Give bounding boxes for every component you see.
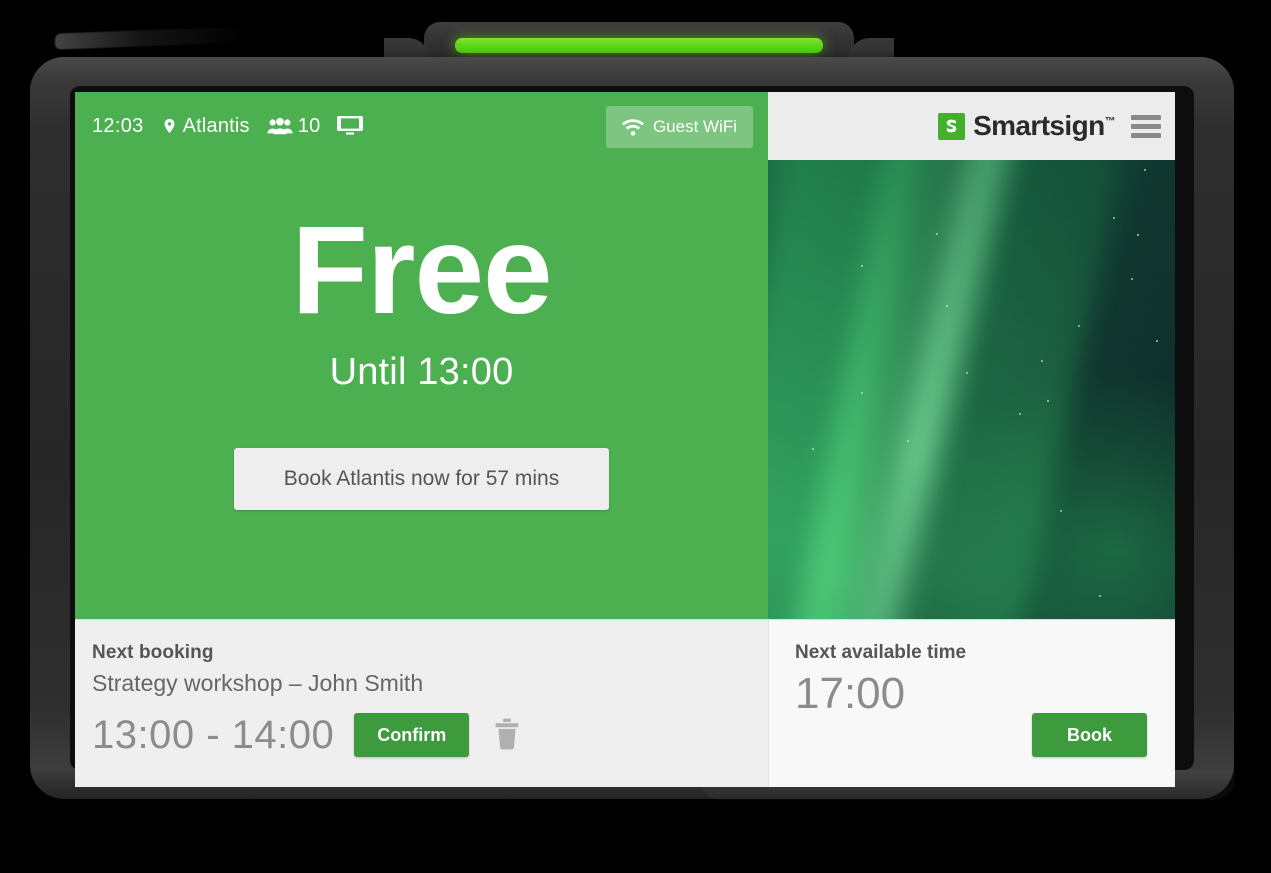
next-booking-time: 13:00 - 14:00 [92,713,335,757]
clock: 12:03 [92,115,144,137]
branding-and-artwork-pane: Smartsign™ Next available time 17:00 Boo… [768,92,1175,787]
confirm-button[interactable]: Confirm [354,713,470,757]
room-availability-hero: Free Until 13:00 Book Atlantis now for 5… [75,160,768,619]
room-indicator: Atlantis [161,115,250,137]
availability-until: Until 13:00 [329,350,514,393]
next-available-label: Next available time [795,642,967,663]
trademark-symbol: ™ [1104,115,1116,128]
screenshot-stage: 12:03 Atlantis 10 Guest WiFi Free Until … [0,0,1271,873]
hamburger-line [1131,123,1161,129]
delete-booking-button[interactable] [489,714,525,757]
next-booking-actions: 13:00 - 14:00 Confirm [92,713,768,757]
capacity-count: 10 [297,115,321,137]
guest-wifi-button[interactable]: Guest WiFi [605,106,753,148]
tablet-screen: 12:03 Atlantis 10 Guest WiFi Free Until … [75,92,1175,787]
book-button[interactable]: Book [1032,713,1147,757]
smartsign-mark-icon [938,112,966,140]
status-bar-items: 12:03 Atlantis 10 [92,115,364,138]
hamburger-line [1131,114,1161,120]
brand-bar: Smartsign™ [768,92,1175,160]
aurora-borealis-image [768,160,1175,619]
next-booking-panel: Next booking Strategy workshop – John Sm… [75,619,768,787]
room-name: Atlantis [182,115,250,137]
next-available-time: 17:00 [795,669,906,718]
status-led-bar [455,38,823,53]
people-group-icon [267,116,293,136]
room-status-pane: 12:03 Atlantis 10 Guest WiFi Free Until … [75,92,768,787]
next-booking-label: Next booking [92,642,214,663]
monitor-icon [337,115,364,138]
smartsign-wordmark: Smartsign™ [973,110,1116,142]
trash-icon [493,718,521,753]
guest-wifi-label: Guest WiFi [652,117,737,136]
book-now-button[interactable]: Book Atlantis now for 57 mins [234,447,609,510]
availability-status: Free [291,201,552,340]
status-bar: 12:03 Atlantis 10 Guest WiFi [75,92,768,160]
brand-name-text: Smartsign [973,110,1105,141]
next-booking-title: Strategy workshop – John Smith [92,670,424,696]
star-field [768,160,1175,619]
hamburger-line [1131,132,1161,138]
bezel-glare-reflection [55,26,245,50]
map-pin-icon [161,115,178,137]
wifi-icon [621,118,644,136]
hamburger-menu-icon[interactable] [1131,114,1161,138]
smartsign-logo: Smartsign™ [938,110,1116,142]
display-indicator [337,115,364,138]
next-available-panel: Next available time 17:00 Book [768,619,1175,787]
capacity-indicator: 10 [267,116,321,136]
